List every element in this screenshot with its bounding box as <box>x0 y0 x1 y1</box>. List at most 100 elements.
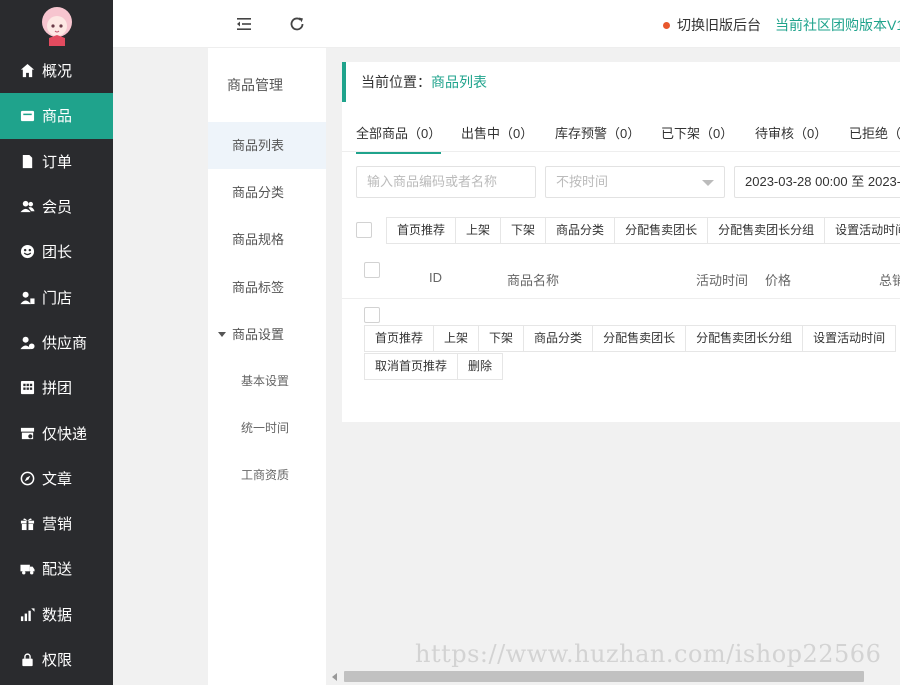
assign-leader-group-button-bottom[interactable]: 分配售卖团长分组 <box>685 325 804 352</box>
search-input[interactable]: 输入商品编码或者名称 <box>356 166 536 198</box>
refresh-icon[interactable] <box>288 15 306 33</box>
unshelve-button-bottom[interactable]: 下架 <box>478 325 525 352</box>
gift-icon <box>19 516 35 532</box>
home-recommend-button-bottom[interactable]: 首页推荐 <box>364 325 435 352</box>
sidebar-item-label: 权限 <box>42 652 73 669</box>
sidebar-item-gift[interactable]: 营销 <box>0 501 113 546</box>
tab-stock-warning[interactable]: 库存预警（0） <box>555 123 640 152</box>
member-icon <box>19 199 35 215</box>
sidebar-item-order[interactable]: 订单 <box>0 139 113 184</box>
sidebar-item-label: 文章 <box>42 470 73 488</box>
scrollbar-thumb[interactable] <box>344 671 864 682</box>
supplier-icon <box>19 334 35 350</box>
avatar-logo-icon <box>41 7 72 46</box>
unshelve-button[interactable]: 下架 <box>500 217 547 244</box>
switch-old-backend-label: 切换旧版后台 <box>677 17 761 33</box>
subsidebar-item-product-category[interactable]: 商品分类 <box>208 169 326 216</box>
column-price: 价格 <box>765 273 792 288</box>
sidebar-item-store[interactable]: 门店 <box>0 274 113 319</box>
shelve-button[interactable]: 上架 <box>455 217 502 244</box>
sidebar-item-product[interactable]: 商品 <box>0 93 113 139</box>
collapse-menu-icon[interactable] <box>235 15 253 33</box>
sidebar-item-label: 营销 <box>42 516 73 534</box>
top-header: 切换旧版后台 当前社区团购版本V14 <box>113 0 900 48</box>
subsidebar-group-product-settings[interactable]: 商品设置 <box>208 311 326 358</box>
sidebar-item-label: 商品 <box>42 108 73 126</box>
subsidebar-item-product-list[interactable]: 商品列表 <box>208 122 326 170</box>
time-select[interactable]: 不按时间 <box>545 166 725 198</box>
logo <box>0 0 113 48</box>
sidebar-item-home[interactable]: 概况 <box>0 48 113 93</box>
sidebar-item-express[interactable]: 仅快递 <box>0 410 113 455</box>
watermark: https://www.huzhan.com/ishop22566 <box>415 640 882 668</box>
product-category-button[interactable]: 商品分类 <box>545 217 616 244</box>
bottom-action-buttons-row1: 首页推荐 上架 下架 商品分类 分配售卖团长 分配售卖团长分组 设置活动时间 <box>364 325 897 352</box>
sidebar-item-leader[interactable]: 团长 <box>0 229 113 274</box>
caret-down-icon <box>218 331 226 337</box>
home-recommend-button[interactable]: 首页推荐 <box>386 217 457 244</box>
product-subsidebar: 商品管理 商品列表 商品分类 商品规格 商品标签 商品设置 基本设置 统一时间 … <box>208 48 326 685</box>
sidebar-item-label: 概况 <box>42 63 73 81</box>
product-category-button-bottom[interactable]: 商品分类 <box>523 325 594 352</box>
sidebar-item-label: 会员 <box>42 199 73 217</box>
assign-leader-button-bottom[interactable]: 分配售卖团长 <box>592 325 687 352</box>
select-all-checkbox-bottom[interactable] <box>364 307 380 323</box>
column-activity-time: 活动时间 <box>696 273 749 288</box>
main-panel: 当前位置： 商品列表 全部商品（0） 出售中（0） 库存预警（0） 已下架（0）… <box>342 62 900 422</box>
sidebar-item-member[interactable]: 会员 <box>0 184 113 229</box>
select-all-checkbox-header[interactable] <box>364 262 380 278</box>
delete-button[interactable]: 删除 <box>457 353 504 380</box>
breadcrumb: 当前位置： 商品列表 <box>342 62 900 102</box>
lock-icon <box>19 652 35 668</box>
table-header: ID 商品名称 活动时间 价格 总销 <box>342 257 900 299</box>
tab-on-sale[interactable]: 出售中（0） <box>461 123 533 152</box>
assign-leader-group-button[interactable]: 分配售卖团长分组 <box>707 217 826 244</box>
version-link[interactable]: 当前社区团购版本V14 <box>775 15 900 35</box>
status-dot <box>663 21 670 29</box>
sidebar-item-supplier[interactable]: 供应商 <box>0 320 113 365</box>
shelve-button-bottom[interactable]: 上架 <box>433 325 480 352</box>
subsidebar-item-product-spec[interactable]: 商品规格 <box>208 216 326 263</box>
store-icon <box>19 289 35 305</box>
bottom-action-buttons-row2: 取消首页推荐 删除 <box>364 353 504 380</box>
time-select-value: 不按时间 <box>556 174 609 189</box>
sidebar-item-label: 订单 <box>42 153 73 171</box>
sidebar-item-label: 拼团 <box>42 380 73 398</box>
sidebar-item-chart[interactable]: 数据 <box>0 592 113 637</box>
tab-pending-review[interactable]: 待审核（0） <box>755 123 827 152</box>
truck-icon <box>19 561 35 577</box>
sidebar-item-article[interactable]: 文章 <box>0 456 113 501</box>
breadcrumb-prefix: 当前位置： <box>361 74 431 90</box>
cancel-home-recommend-button-bottom[interactable]: 取消首页推荐 <box>364 353 459 380</box>
subsidebar-item-basic-settings[interactable]: 基本设置 <box>208 358 326 405</box>
subsidebar-item-unified-time[interactable]: 统一时间 <box>208 405 326 452</box>
breadcrumb-current[interactable]: 商品列表 <box>431 72 487 92</box>
set-activity-time-button-bottom[interactable]: 设置活动时间 <box>802 325 897 352</box>
scroll-left-arrow-icon[interactable] <box>332 673 337 681</box>
leader-icon <box>19 244 35 260</box>
subsidebar-item-product-tag[interactable]: 商品标签 <box>208 264 326 311</box>
tab-off-shelf[interactable]: 已下架（0） <box>661 123 733 152</box>
top-action-buttons: 首页推荐 上架 下架 商品分类 分配售卖团长 分配售卖团长分组 设置活动时间 取 <box>386 217 900 244</box>
sidebar-item-group-buy[interactable]: 拼团 <box>0 365 113 410</box>
dropdown-arrow-icon <box>702 180 714 186</box>
subsidebar-item-business-qualification[interactable]: 工商资质 <box>208 452 326 499</box>
chart-icon <box>19 606 35 622</box>
select-all-checkbox-top[interactable] <box>356 222 372 238</box>
tab-rejected[interactable]: 已拒绝（0） <box>849 123 900 152</box>
set-activity-time-button[interactable]: 设置活动时间 <box>824 217 900 244</box>
filter-bar: 输入商品编码或者名称 不按时间 2023-03-28 00:00 至 2023- <box>356 166 900 198</box>
product-icon <box>19 108 35 124</box>
sidebar-item-label: 供应商 <box>42 334 88 352</box>
tab-all-products[interactable]: 全部商品（0） <box>356 123 442 154</box>
subsidebar-title: 商品管理 <box>227 77 283 93</box>
date-range-input[interactable]: 2023-03-28 00:00 至 2023- <box>734 166 900 198</box>
sidebar-item-lock[interactable]: 权限 <box>0 637 113 682</box>
horizontal-scrollbar[interactable] <box>326 668 900 685</box>
sidebar-item-truck[interactable]: 配送 <box>0 546 113 591</box>
switch-old-backend-link[interactable]: 切换旧版后台 <box>663 15 761 35</box>
product-status-tabs: 全部商品（0） 出售中（0） 库存预警（0） 已下架（0） 待审核（0） 已拒绝… <box>342 114 900 154</box>
assign-leader-button[interactable]: 分配售卖团长 <box>614 217 709 244</box>
sidebar-item-label: 数据 <box>42 606 73 624</box>
order-icon <box>19 153 35 169</box>
